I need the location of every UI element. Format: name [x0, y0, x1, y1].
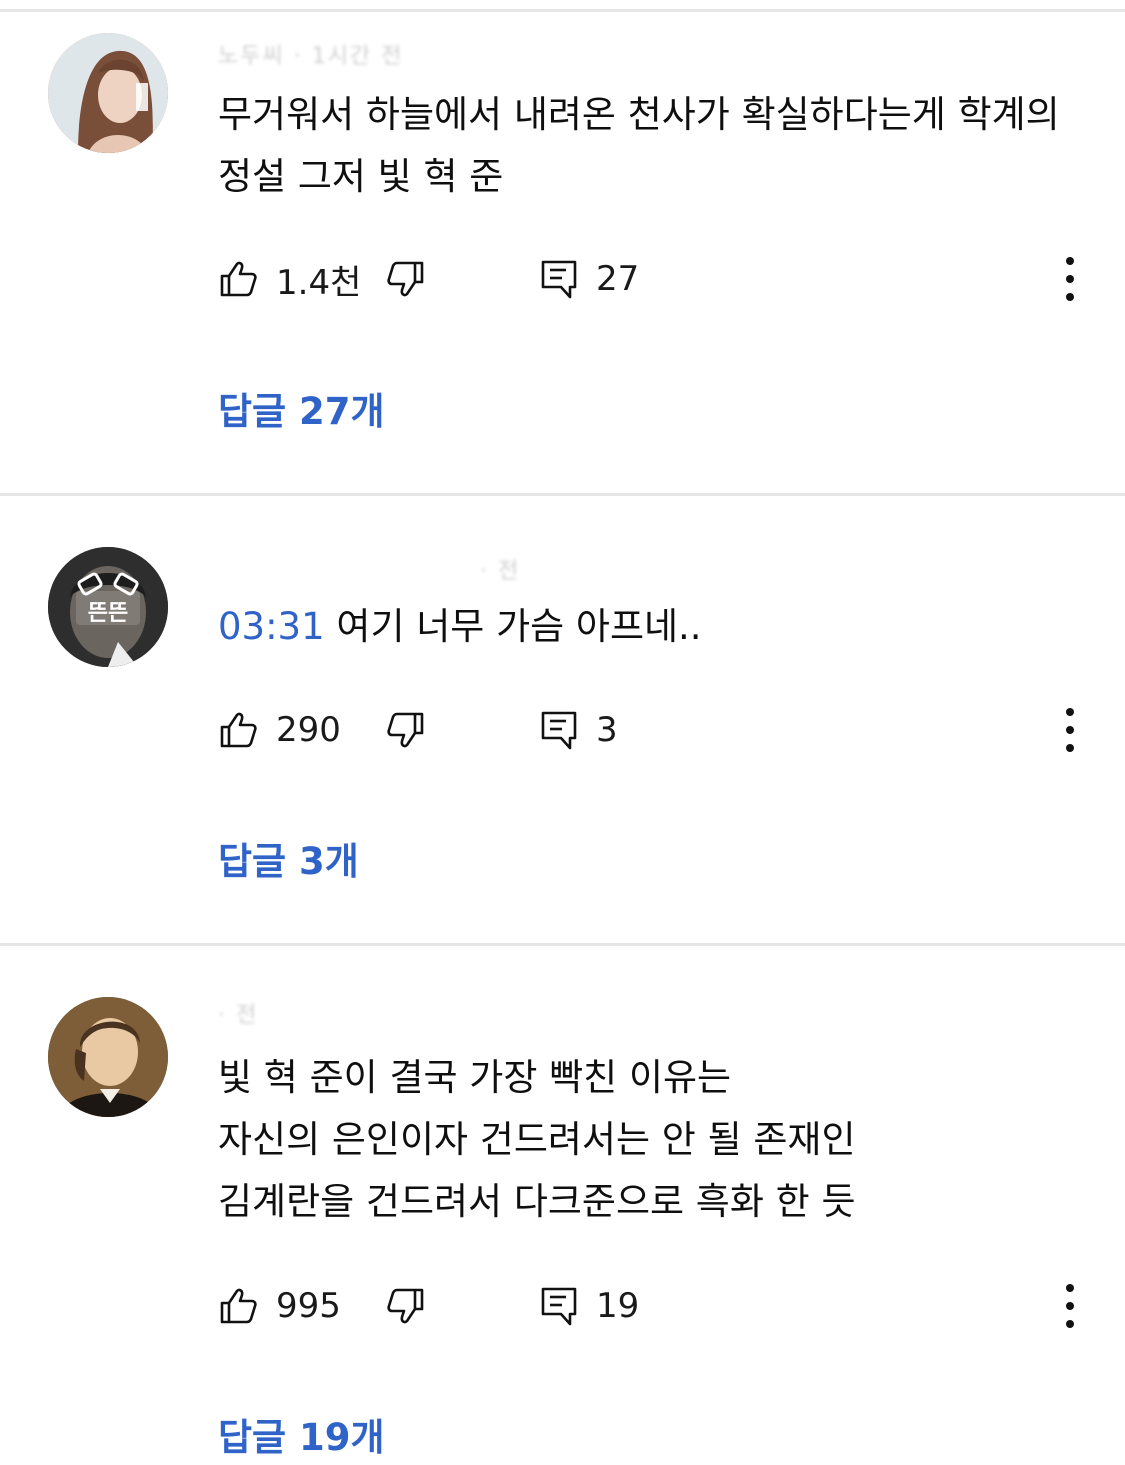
reply-count: 27: [596, 259, 640, 299]
like-button[interactable]: 995: [218, 1276, 341, 1336]
comment-text: 무거워서 하늘에서 내려온 천사가 확실하다는게 학계의 정설 그저 빛 혁 준: [218, 84, 1088, 208]
thumbs-down-icon: [387, 1288, 424, 1324]
avatar[interactable]: 뜬뜬: [48, 547, 168, 667]
comment-3: · 전 빛 혁 준이 결국 가장 빡친 이유는 자신의 은인이자 건드려서는 안…: [0, 945, 1125, 1465]
comment-actions: 995 19: [218, 1276, 1098, 1336]
view-replies-link[interactable]: 답글 19개: [218, 1407, 385, 1461]
comment-2: 뜬뜬 · 전 03:31 여기 너무 가슴 아프네.. 290 3 답글 3개: [0, 495, 1125, 945]
comment-icon: [541, 711, 577, 750]
dislike-button[interactable]: [386, 249, 426, 309]
chopin-portrait-icon: [48, 997, 168, 1117]
more-options-icon[interactable]: [1058, 257, 1082, 301]
author-meta[interactable]: 노두씨 · 1시간 전: [218, 38, 403, 69]
more-options-icon[interactable]: [1058, 708, 1082, 752]
comment-line: 김계란을 건드려서 다크준으로 흑화 한 듯: [218, 1180, 856, 1223]
avatar-label: 뜬뜬: [87, 601, 129, 626]
view-replies-link[interactable]: 답글 27개: [218, 381, 385, 435]
reply-count: 3: [596, 710, 618, 750]
reply-button[interactable]: 3: [540, 700, 618, 760]
comment-body: 무거워서 하늘에서 내려온 천사가 확실하다는게 학계의 정설 그저 빛 혁 준: [218, 93, 1060, 198]
dislike-button[interactable]: [386, 1276, 426, 1336]
avatar[interactable]: [48, 997, 168, 1117]
comment-line: 빛 혁 준이 결국 가장 빡친 이유는: [218, 1056, 732, 1099]
thumbs-down-icon: [387, 712, 424, 748]
comment-actions: 1.4천 27: [218, 249, 1098, 309]
dislike-button[interactable]: [386, 700, 426, 760]
author-meta[interactable]: · 전: [480, 553, 520, 584]
thumbs-up-icon: [220, 261, 257, 297]
author-meta[interactable]: · 전: [218, 997, 258, 1028]
like-count: 995: [276, 1286, 341, 1326]
comment-icon: [541, 1287, 577, 1326]
comment-text: 03:31 여기 너무 가슴 아프네..: [218, 596, 1088, 658]
thumbs-up-icon: [220, 1288, 257, 1324]
like-count: 1.4천: [276, 262, 362, 303]
comment-text: 빛 혁 준이 결국 가장 빡친 이유는 자신의 은인이자 건드려서는 안 될 존…: [218, 1047, 1088, 1233]
reply-button[interactable]: 27: [540, 249, 639, 309]
reply-count: 19: [596, 1286, 640, 1326]
comment-icon: [541, 260, 577, 299]
timestamp-link[interactable]: 03:31: [218, 605, 325, 648]
thumbs-up-icon: [220, 712, 257, 748]
woman-portrait-icon: [48, 33, 168, 153]
avatar[interactable]: [48, 33, 168, 153]
comment-body: 여기 너무 가슴 아프네..: [336, 605, 702, 648]
reply-button[interactable]: 19: [540, 1276, 639, 1336]
like-count: 290: [276, 710, 341, 750]
like-button[interactable]: 290: [218, 700, 341, 760]
thumbs-down-icon: [387, 261, 424, 297]
like-button[interactable]: 1.4천: [218, 249, 361, 309]
more-options-icon[interactable]: [1058, 1284, 1082, 1328]
comment-actions: 290 3: [218, 700, 1098, 760]
view-replies-link[interactable]: 답글 3개: [218, 831, 359, 885]
comment-1: 노두씨 · 1시간 전 무거워서 하늘에서 내려온 천사가 확실하다는게 학계의…: [0, 0, 1125, 495]
comment-line: 자신의 은인이자 건드려서는 안 될 존재인: [218, 1118, 856, 1161]
